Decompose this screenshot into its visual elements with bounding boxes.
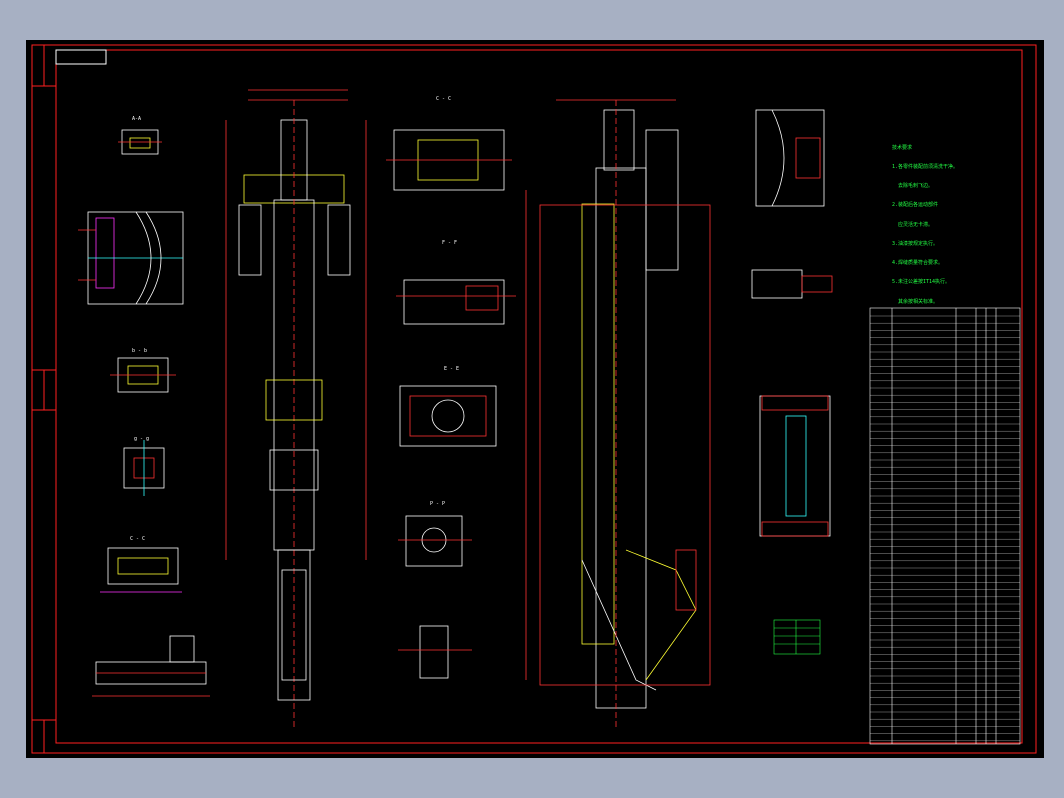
drawing-canvas[interactable]: A-A b - b g - g C - C C - C F - F E - E … xyxy=(26,40,1044,758)
detail-view-roller xyxy=(759,395,831,537)
note-line: 5.未注公差按IT14执行。 xyxy=(892,279,951,286)
detail-view-cc-small xyxy=(100,547,182,593)
detail-view-gg xyxy=(123,440,165,496)
detail-view-aa xyxy=(118,129,162,155)
section-label-cc: C - C xyxy=(436,96,451,102)
detail-view-bb xyxy=(110,357,176,393)
section-label-gg: g - g xyxy=(134,436,149,442)
parts-list-table xyxy=(869,307,1021,745)
note-line: 3.油漆按规定执行。 xyxy=(892,240,939,247)
note-line: 技术要求 xyxy=(892,144,913,151)
section-label-ee: E - E xyxy=(444,366,459,372)
main-view-right xyxy=(525,99,711,730)
section-view-joint xyxy=(398,625,472,679)
note-line: 4.焊缝质量符合要求。 xyxy=(892,260,944,267)
detail-view-bracket xyxy=(751,269,833,299)
section-label-ff: F - F xyxy=(442,240,457,246)
section-view-pp xyxy=(398,515,472,567)
note-line: 1.各零件装配前须清洗干净。 xyxy=(892,164,959,171)
note-line: 其余按相关标准。 xyxy=(892,298,939,305)
cad-viewer: A-A b - b g - g C - C C - C F - F E - E … xyxy=(0,0,1064,798)
section-label-aa: A-A xyxy=(132,116,141,122)
main-view-left xyxy=(225,89,367,730)
note-line: 应灵活无卡滞。 xyxy=(892,221,934,228)
small-data-table xyxy=(773,619,821,655)
detail-view-shaft xyxy=(92,635,210,697)
section-view-cc xyxy=(386,129,512,191)
section-label-pp: P - P xyxy=(430,501,445,507)
note-line: 去除毛刺飞边。 xyxy=(892,183,934,190)
drawing-frame xyxy=(31,44,1037,754)
detail-view-rail xyxy=(755,109,825,207)
note-line: 2.装配后各运动部件 xyxy=(892,202,939,209)
detail-view-wheel xyxy=(78,211,184,305)
section-label-cc-small: C - C xyxy=(130,536,145,542)
technical-notes: 技术要求 1.各零件装配前须清洗干净。 去除毛刺飞边。 2.装配后各运动部件 应… xyxy=(892,132,1002,318)
section-label-bb: b - b xyxy=(132,348,147,354)
section-view-ee xyxy=(399,385,497,447)
section-view-ff xyxy=(396,279,516,325)
